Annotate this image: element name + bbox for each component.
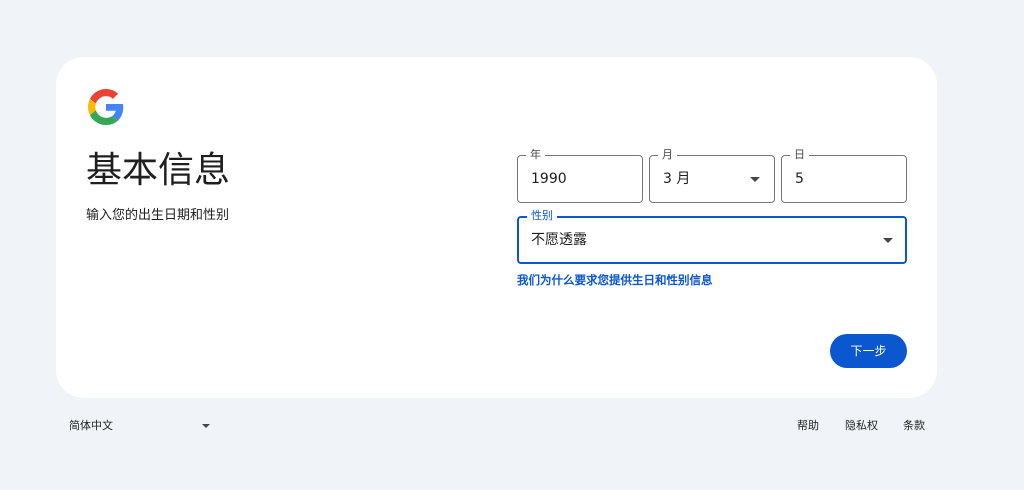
year-input[interactable]: 年 1990 <box>517 148 643 203</box>
gender-label: 性别 <box>527 209 557 223</box>
next-button[interactable]: 下一步 <box>830 334 907 368</box>
month-value: 3 月 <box>663 171 691 187</box>
year-label: 年 <box>526 148 545 162</box>
day-input[interactable]: 日 5 <box>781 148 907 203</box>
page-title: 基本信息 <box>86 150 231 191</box>
gender-value: 不愿透露 <box>531 232 587 248</box>
page-subtitle: 输入您的出生日期和性别 <box>86 208 230 223</box>
month-caret-down-icon <box>750 177 760 182</box>
footer: 简体中文 帮助 隐私权 条款 <box>0 416 1024 436</box>
why-birthday-gender-link[interactable]: 我们为什么要求您提供生日和性别信息 <box>517 272 713 288</box>
language-caret-down-icon <box>202 424 210 428</box>
language-value: 简体中文 <box>69 419 113 432</box>
signup-card: 基本信息 输入您的出生日期和性别 年 1990 月 3 月 日 5 性别 不愿透… <box>56 57 937 398</box>
gender-caret-down-icon <box>883 238 893 243</box>
help-link[interactable]: 帮助 <box>797 416 819 436</box>
google-logo-icon <box>88 89 124 125</box>
terms-link[interactable]: 条款 <box>903 416 925 436</box>
gender-select[interactable]: 性别 不愿透露 <box>517 209 907 264</box>
year-value: 1990 <box>531 171 567 187</box>
language-select[interactable]: 简体中文 <box>60 416 216 436</box>
day-label: 日 <box>790 148 809 162</box>
day-value: 5 <box>795 171 804 187</box>
month-label: 月 <box>658 148 677 162</box>
month-select[interactable]: 月 3 月 <box>649 148 775 203</box>
privacy-link[interactable]: 隐私权 <box>845 416 878 436</box>
